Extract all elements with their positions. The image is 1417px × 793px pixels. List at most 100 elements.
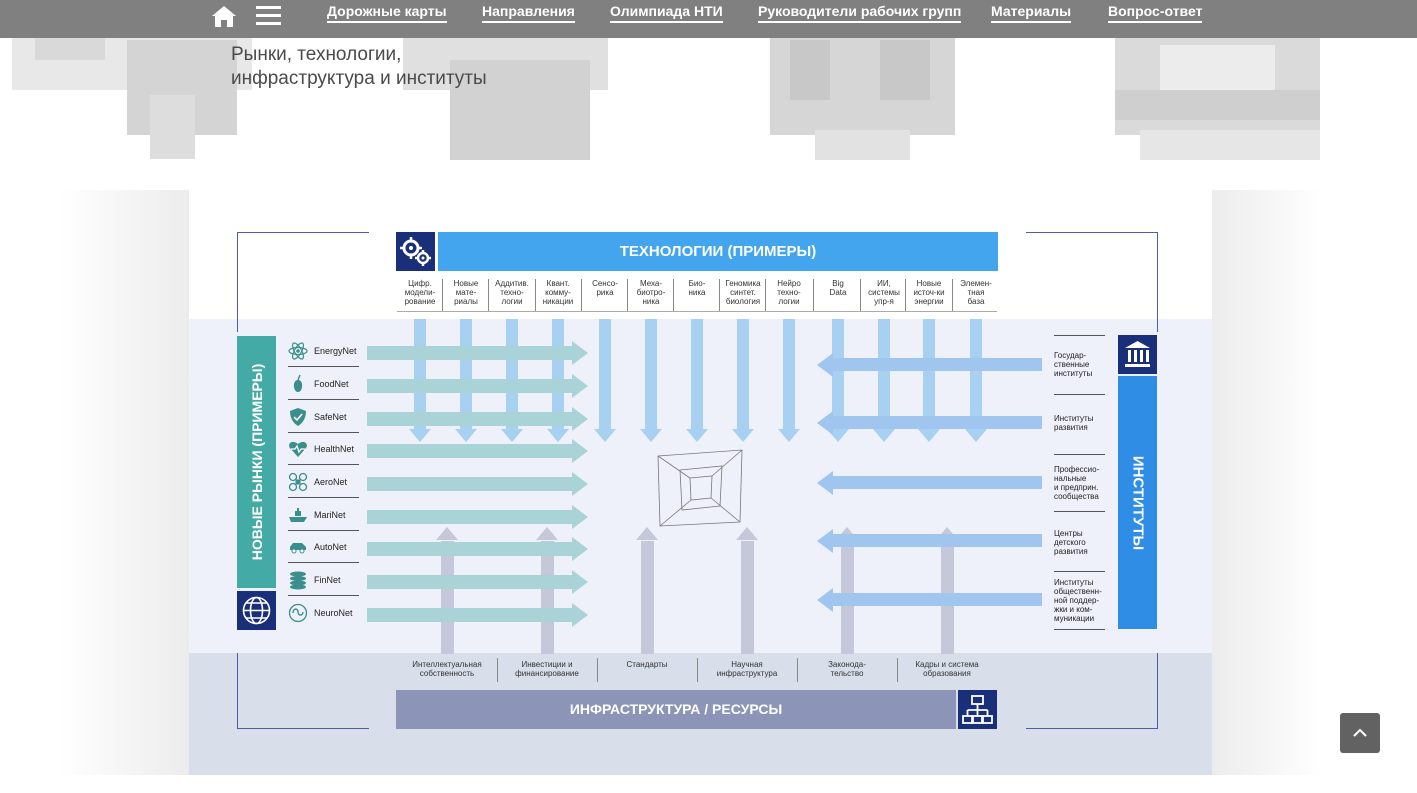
- nav-link-directions[interactable]: Направления: [482, 2, 575, 23]
- tech-column: Меха- биотро- ника: [636, 279, 666, 306]
- left-arrow: [832, 416, 1042, 429]
- right-arrow-head: [572, 570, 588, 594]
- nav-link-materials[interactable]: Материалы: [991, 2, 1072, 23]
- column-separator: [952, 279, 953, 311]
- car-icon: [290, 543, 306, 554]
- nti-framework-diagram: ТЕХНОЛОГИИ (ПРИМЕРЫ) Цифр. модели- рован…: [189, 181, 1212, 775]
- diagram-shadow-right: [1212, 190, 1322, 775]
- infra-column: Кадры и система образования: [915, 660, 979, 678]
- markets-title: НОВЫЕ РЫНКИ (ПРИМЕРЫ): [248, 363, 265, 561]
- right-arrow-head: [572, 341, 588, 365]
- left-arrow: [832, 358, 1042, 371]
- market-item-finnet: FinNet: [288, 564, 359, 596]
- up-arrow: [641, 541, 654, 654]
- diagram-shadow-left: [60, 190, 190, 775]
- hierarchy-icon: [958, 690, 997, 729]
- market-item-marinet: MariNet: [288, 499, 359, 531]
- tech-column: Аддитив. техно- логии: [495, 279, 529, 306]
- frame-line: [1026, 232, 1158, 233]
- down-arrow-head: [455, 429, 477, 442]
- menu-icon[interactable]: [256, 5, 281, 27]
- down-arrow: [737, 319, 749, 429]
- down-arrow-head: [409, 429, 431, 442]
- home-icon[interactable]: [211, 4, 237, 28]
- right-arrow-head: [572, 505, 588, 529]
- up-arrow-head: [636, 527, 658, 540]
- down-arrow-head: [918, 429, 940, 442]
- tech-column: ИИ, системы упр-я: [868, 279, 900, 306]
- up-arrow: [441, 541, 454, 654]
- tech-column: Новые источ-ки энергии: [913, 279, 945, 306]
- institute-divider: [1054, 394, 1105, 395]
- column-baseline: [397, 311, 997, 312]
- frame-line: [1026, 728, 1158, 729]
- down-arrow-head: [501, 429, 523, 442]
- right-arrow-head: [572, 407, 588, 431]
- chevron-up-icon: [1353, 728, 1367, 737]
- market-label: AutoNet: [314, 542, 347, 552]
- down-arrow-head: [640, 429, 662, 442]
- frame-line: [1157, 653, 1158, 729]
- column-separator: [897, 658, 898, 682]
- infrastructure-header: ИНФРАСТРУКТУРА / РЕСУРСЫ: [396, 690, 956, 729]
- institute-item: Государ- ственные институты: [1054, 351, 1093, 378]
- frame-line: [237, 232, 369, 233]
- infra-column: Инвестиции и финансирование: [515, 660, 579, 678]
- market-item-foodnet: FoodNet: [288, 368, 359, 400]
- new-markets-side-label: НОВЫЕ РЫНКИ (ПРИМЕРЫ): [237, 336, 276, 588]
- nav-link-working-groups[interactable]: Руководители рабочих групп: [758, 2, 962, 23]
- infra-column: Интеллектуальная собственность: [412, 660, 482, 678]
- tech-column: Цифр. модели- рование: [404, 279, 436, 306]
- down-arrow: [923, 319, 935, 429]
- left-arrow: [832, 593, 1042, 606]
- left-arrow: [832, 476, 1042, 489]
- institute-item: Институты общественн- ной поддер- жки и …: [1054, 578, 1102, 623]
- tech-column: Геномика синтет. биология: [725, 279, 761, 306]
- institute-item: Профессио- нальные и предприн. сообществ…: [1054, 465, 1100, 501]
- column-separator: [765, 279, 766, 311]
- right-arrow: [367, 346, 572, 360]
- infra-column: Научная инфраструктура: [716, 660, 778, 678]
- market-item-energynet: EnergyNet: [288, 335, 359, 367]
- technologies-header: ТЕХНОЛОГИИ (ПРИМЕРЫ): [438, 232, 998, 271]
- institutes-title: ИНСТИТУТЫ: [1129, 455, 1146, 550]
- up-arrow: [741, 541, 754, 654]
- institute-item: Институты развития: [1054, 414, 1094, 432]
- fruit-icon: [293, 374, 303, 392]
- nav-link-faq[interactable]: Вопрос-ответ: [1108, 2, 1203, 23]
- column-separator: [442, 279, 443, 311]
- drone-icon: [288, 472, 308, 492]
- right-arrow: [367, 510, 572, 524]
- nav-link-roadmaps[interactable]: Дорожные карты: [327, 2, 447, 23]
- market-item-autonet: AutoNet: [288, 531, 359, 563]
- tech-column: Big Data: [829, 279, 847, 297]
- market-label: NeuroNet: [314, 608, 353, 618]
- right-arrow: [367, 444, 572, 458]
- left-arrow-head: [817, 411, 833, 435]
- scroll-to-top-button[interactable]: [1340, 713, 1380, 753]
- frame-line: [237, 232, 238, 332]
- column-separator: [719, 279, 720, 311]
- nav-link-olympiad[interactable]: Олимпиада НТИ: [610, 2, 723, 23]
- market-label: FinNet: [314, 575, 341, 585]
- column-separator: [673, 279, 674, 311]
- up-arrow-head: [536, 527, 558, 540]
- institute-divider: [1054, 511, 1105, 512]
- down-arrow: [691, 319, 703, 429]
- right-arrow: [367, 412, 572, 426]
- left-arrow: [832, 534, 1042, 547]
- down-arrow: [832, 319, 844, 429]
- down-arrow: [645, 319, 657, 429]
- gears-icon: [396, 232, 435, 271]
- column-separator: [488, 279, 489, 311]
- right-arrow: [367, 575, 572, 589]
- tech-column: Новые мате- риалы: [453, 279, 479, 306]
- left-arrow-head: [817, 529, 833, 553]
- right-arrow-head: [572, 472, 588, 496]
- right-arrow-head: [572, 439, 588, 463]
- market-item-neuronet: NeuroNet: [288, 597, 359, 629]
- up-arrow-head: [736, 527, 758, 540]
- down-arrow-head: [732, 429, 754, 442]
- left-arrow-head: [817, 353, 833, 377]
- heart-icon: [289, 441, 307, 457]
